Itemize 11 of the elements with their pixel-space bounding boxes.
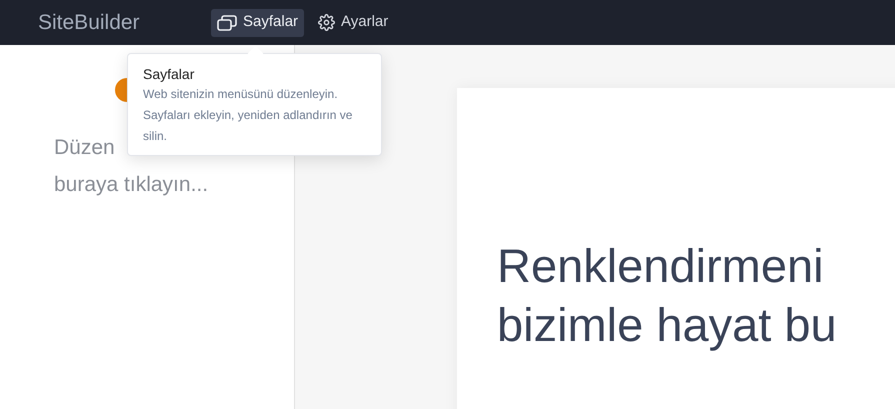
nav-tab[interactable]: Ayarlar [310,8,396,36]
placeholder-text: buraya tıklayın... [54,172,208,198]
headline-text: Renklendirmeni [497,238,824,294]
settings-icon [318,14,336,31]
tooltip-text: Web sitenizin menüsünü düzenleyin. Sayfaları ekleyin, yeniden adlandırın ve silin. [143,86,354,145]
windows-icon [217,14,237,30]
tooltip-title: Sayfalar [143,65,196,84]
placeholder-text: Düzen [54,135,115,161]
headline-text: bizimle hayat bu [497,297,837,353]
nav-tab[interactable]: Sayfalar [211,8,304,36]
brand-logo[interactable]: SiteBuilder [38,6,211,38]
